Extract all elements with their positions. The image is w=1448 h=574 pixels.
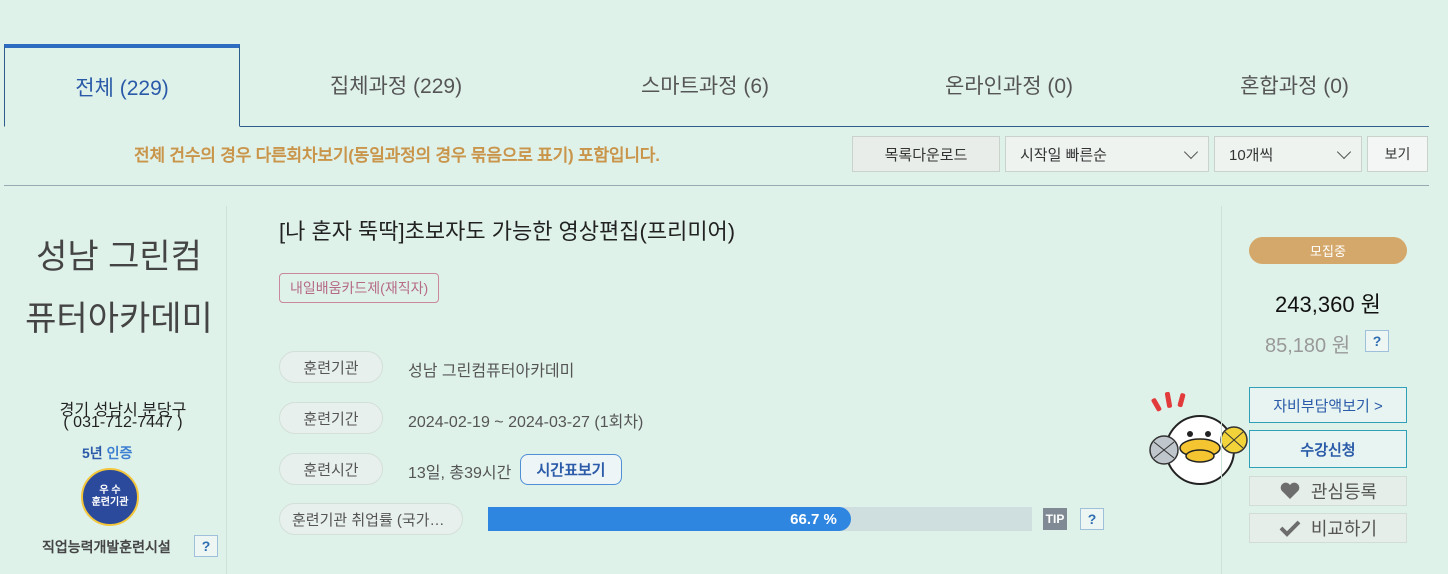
check-icon [1279,520,1301,537]
compare-button[interactable]: 비교하기 [1249,513,1407,543]
period-label: 훈련기간 [279,402,383,434]
employment-rate-fill: 66.7 % [488,507,851,531]
chevron-down-icon [1336,144,1352,160]
count-notice: 전체 건수의 경우 다른회차보기(동일과정의 경우 묶음으로 표기) 포함입니다… [134,146,660,165]
wishlist-label: 관심등록 [1310,482,1378,502]
course-price: 243,360 원 [1275,292,1381,317]
compare-label: 비교하기 [1310,519,1378,539]
timetable-button[interactable]: 시간표보기 [520,454,622,485]
org-phone: ( 031-712-7447 ) [63,414,183,431]
sort-select-value: 시작일 빠른순 [1020,146,1107,164]
tab-blended[interactable]: 혼합과정 (0) [1160,44,1429,126]
tab-classroom[interactable]: 집체과정 (229) [240,44,552,126]
employment-rate-bar: 66.7 % [488,507,1032,531]
course-type-tabs: 전체 (229) 집체과정 (229) 스마트과정 (6) 온라인과정 (0) … [4,44,1429,127]
org-column: 성남 그린컴퓨터아카데미 경기 성남시 분당구 ( 031-712-7447 )… [4,206,227,574]
page-size-select-value: 10개씩 [1229,146,1274,164]
tab-online[interactable]: 온라인과정 (0) [858,44,1160,126]
employment-help-icon[interactable]: ? [1080,508,1104,530]
certification-suffix: 인증 [106,445,133,461]
hours-label: 훈련시간 [279,453,383,485]
facility-label: 직업능력개발훈련시설 [42,539,171,555]
period-value: 2024-02-19 ~ 2024-03-27 (1회차) [408,414,644,431]
apply-button[interactable]: 수강신청 [1249,430,1407,468]
heart-icon [1280,482,1300,499]
employment-rate-label: 훈련기관 취업률 (국가… [279,503,463,535]
tab-smart[interactable]: 스마트과정 (6) [552,44,858,126]
self-pay-price: 85,180 원 [1265,335,1351,357]
list-download-button[interactable]: 목록다운로드 [852,136,1000,172]
view-button[interactable]: 보기 [1367,136,1428,172]
tip-icon[interactable]: TIP [1043,508,1067,530]
facility-help-icon[interactable]: ? [194,535,218,557]
excellent-institution-seal: 우 수 훈련기관 [81,468,139,526]
wishlist-button[interactable]: 관심등록 [1249,476,1407,506]
divider [4,185,1429,186]
sort-select[interactable]: 시작일 빠른순 [1005,136,1209,172]
certification-years-value: 5년 [82,445,103,461]
self-pay-help-icon[interactable]: ? [1365,330,1389,352]
employment-rate-text: 66.7 % [790,510,837,528]
seal-line1: 우 수 [99,485,121,496]
page-size-select[interactable]: 10개씩 [1214,136,1362,172]
chevron-down-icon [1183,144,1199,160]
org-name[interactable]: 성남 그린컴퓨터아카데미 [24,226,214,350]
status-badge: 모집중 [1249,237,1407,264]
institution-label: 훈련기관 [279,351,383,383]
course-title[interactable]: [나 혼자 뚝딱]초보자도 가능한 영상편집(프리미어) [279,214,735,246]
seal-line2: 훈련기관 [91,497,129,508]
institution-value: 성남 그린컴퓨터아카데미 [408,363,575,380]
card-type-badge: 내일배움카드제(재직자) [279,273,440,303]
hours-value: 13일, 총39시간 [408,465,512,482]
tab-all[interactable]: 전체 (229) [4,44,240,127]
self-pay-view-button[interactable]: 자비부담액보기 > [1249,387,1407,423]
certification-years: 5년 인증 [82,443,132,463]
